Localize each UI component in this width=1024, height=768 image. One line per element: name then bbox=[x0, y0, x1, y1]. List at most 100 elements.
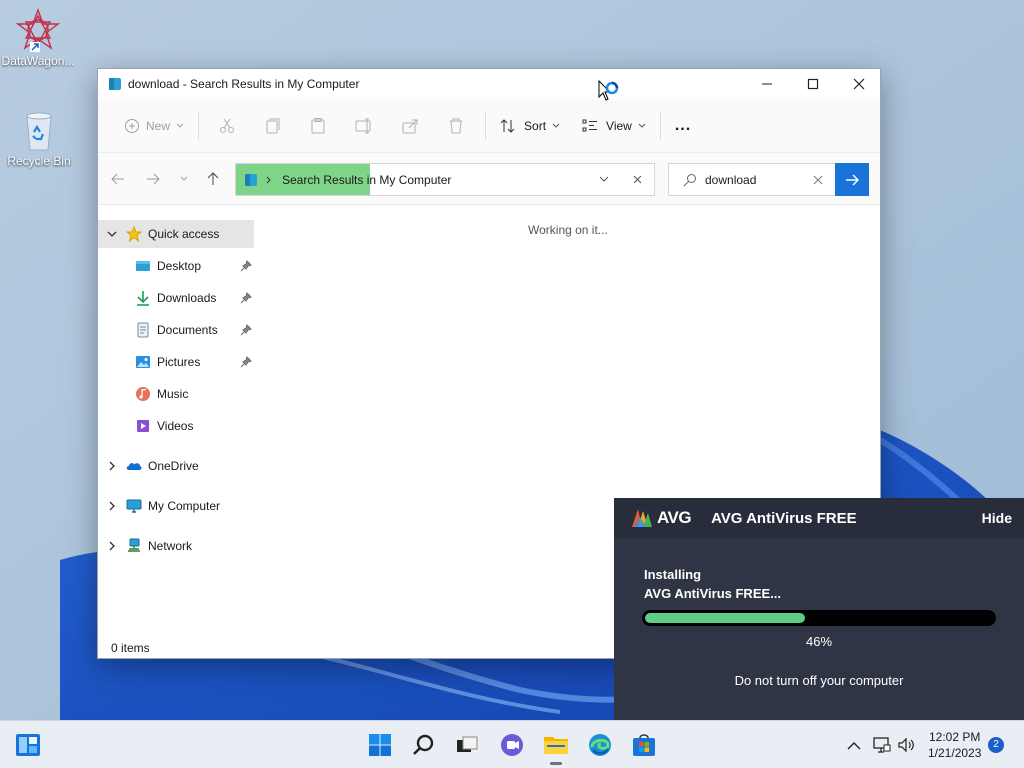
search-icon bbox=[413, 734, 434, 755]
sidebar-item-label: OneDrive bbox=[148, 459, 199, 473]
chevron-right-icon bbox=[109, 501, 115, 511]
arrow-left-icon bbox=[111, 173, 124, 185]
pin-icon bbox=[240, 260, 252, 272]
back-button[interactable] bbox=[106, 167, 130, 191]
toolbar-divider bbox=[659, 111, 661, 140]
view-button[interactable]: View bbox=[574, 110, 654, 142]
copy-button[interactable] bbox=[249, 110, 295, 142]
clock[interactable]: 12:02 PM 1/21/2023 bbox=[928, 729, 981, 761]
edge-button[interactable] bbox=[584, 729, 616, 761]
network-icon bbox=[128, 538, 140, 552]
share-button[interactable] bbox=[387, 110, 433, 142]
widgets-button[interactable] bbox=[12, 729, 44, 761]
cut-icon bbox=[220, 118, 235, 133]
task-view-icon bbox=[457, 736, 478, 752]
trash-icon bbox=[450, 118, 463, 133]
sidebar-item-onedrive[interactable]: OneDrive bbox=[98, 452, 254, 480]
avg-status-line2: AVG AntiVirus FREE... bbox=[644, 586, 782, 601]
title-bar[interactable]: download - Search Results in My Computer bbox=[98, 69, 880, 99]
paste-button[interactable] bbox=[295, 110, 341, 142]
sort-icon bbox=[500, 118, 515, 133]
sidebar-item-label: My Computer bbox=[148, 499, 221, 513]
search-go-button[interactable] bbox=[835, 163, 869, 196]
sidebar-item-pictures[interactable]: Pictures bbox=[98, 348, 254, 376]
documents-icon bbox=[137, 322, 149, 338]
clock-date: 1/21/2023 bbox=[928, 746, 982, 760]
avg-header: AVG AVG AntiVirus FREE Hide bbox=[614, 498, 1024, 538]
desktop-icon bbox=[136, 261, 150, 271]
maximize-icon bbox=[807, 78, 819, 90]
chevron-right-icon bbox=[266, 176, 271, 183]
cut-button[interactable] bbox=[205, 110, 249, 142]
pin-icon bbox=[240, 356, 252, 368]
minimize-button[interactable] bbox=[744, 69, 790, 99]
sidebar-item-my-computer[interactable]: My Computer bbox=[98, 492, 254, 520]
chevron-down-icon bbox=[552, 123, 560, 128]
more-options-button[interactable]: ... bbox=[667, 110, 699, 142]
command-bar: New Sort View ... bbox=[98, 99, 880, 153]
search-input[interactable]: download bbox=[705, 173, 756, 187]
new-button[interactable]: New bbox=[116, 110, 192, 142]
avg-status-line1: Installing bbox=[644, 567, 702, 582]
network-wired-icon bbox=[873, 737, 891, 753]
start-button[interactable] bbox=[364, 729, 396, 761]
copy-icon bbox=[266, 118, 280, 133]
sidebar-item-videos[interactable]: Videos bbox=[98, 412, 254, 440]
address-bar[interactable]: Search Results in My Computer bbox=[235, 163, 655, 196]
volume-tray-button[interactable] bbox=[890, 729, 922, 761]
maximize-button[interactable] bbox=[790, 69, 836, 99]
folder-icon bbox=[544, 737, 568, 754]
notification-badge[interactable]: 2 bbox=[988, 737, 1004, 753]
navigation-bar: Search Results in My Computer download bbox=[98, 153, 880, 205]
videos-icon bbox=[137, 420, 149, 432]
search-results-icon bbox=[245, 173, 257, 186]
toolbar-divider bbox=[198, 111, 200, 140]
delete-button[interactable] bbox=[433, 110, 479, 142]
sidebar-item-label: Pictures bbox=[157, 355, 201, 369]
forward-button[interactable] bbox=[141, 167, 165, 191]
music-icon bbox=[136, 387, 150, 401]
avg-app-name: AVG AntiVirus FREE bbox=[711, 509, 857, 527]
sort-button[interactable]: Sort bbox=[492, 110, 568, 142]
plus-circle-icon bbox=[125, 118, 139, 133]
sidebar-item-desktop[interactable]: Desktop bbox=[98, 252, 254, 280]
avg-hide-button[interactable]: Hide bbox=[982, 510, 1012, 526]
pictures-icon bbox=[136, 356, 150, 368]
desktop-icon-label: Recycle Bin bbox=[7, 154, 71, 168]
avg-logo: AVG bbox=[630, 507, 692, 529]
arrow-right-icon bbox=[147, 173, 160, 185]
close-button[interactable] bbox=[836, 69, 882, 99]
sidebar-item-documents[interactable]: Documents bbox=[98, 316, 254, 344]
stop-search-icon[interactable] bbox=[633, 175, 642, 184]
sidebar-item-quick-access[interactable]: Quick access bbox=[98, 220, 254, 248]
store-button[interactable] bbox=[628, 729, 660, 761]
sidebar-item-downloads[interactable]: Downloads bbox=[98, 284, 254, 312]
clear-search-icon[interactable] bbox=[813, 175, 823, 185]
breadcrumb[interactable]: Search Results in My Computer bbox=[282, 173, 451, 187]
chat-button[interactable] bbox=[496, 729, 528, 761]
up-button[interactable] bbox=[201, 167, 225, 191]
sidebar-item-network[interactable]: Network bbox=[98, 532, 254, 560]
arrow-up-icon bbox=[207, 172, 219, 185]
clock-time: 12:02 PM bbox=[929, 730, 981, 744]
onedrive-icon bbox=[126, 463, 142, 470]
task-view-button[interactable] bbox=[451, 729, 483, 761]
recent-locations-button[interactable] bbox=[172, 167, 196, 191]
paste-icon bbox=[311, 117, 325, 133]
chevron-down-icon bbox=[176, 123, 184, 128]
sidebar-item-music[interactable]: Music bbox=[98, 380, 254, 408]
file-explorer-taskbar-button[interactable] bbox=[540, 729, 572, 765]
search-taskbar-button[interactable] bbox=[408, 729, 440, 761]
chat-icon bbox=[501, 734, 523, 756]
avg-progress-bar bbox=[642, 610, 996, 626]
microsoft-store-icon bbox=[633, 734, 655, 756]
status-bar-item-count: 0 items bbox=[111, 641, 150, 655]
sidebar-item-label: Downloads bbox=[157, 291, 217, 305]
address-history-dropdown-icon[interactable] bbox=[599, 176, 609, 183]
avg-progress-fill bbox=[645, 613, 806, 623]
rename-button[interactable] bbox=[341, 110, 387, 142]
widgets-icon bbox=[16, 734, 40, 756]
desktop-icon-recycle-bin[interactable]: Recycle Bin bbox=[1, 108, 77, 168]
desktop-icon-datawagon[interactable]: DataWagon... bbox=[0, 7, 76, 68]
arrow-right-icon bbox=[846, 174, 859, 185]
